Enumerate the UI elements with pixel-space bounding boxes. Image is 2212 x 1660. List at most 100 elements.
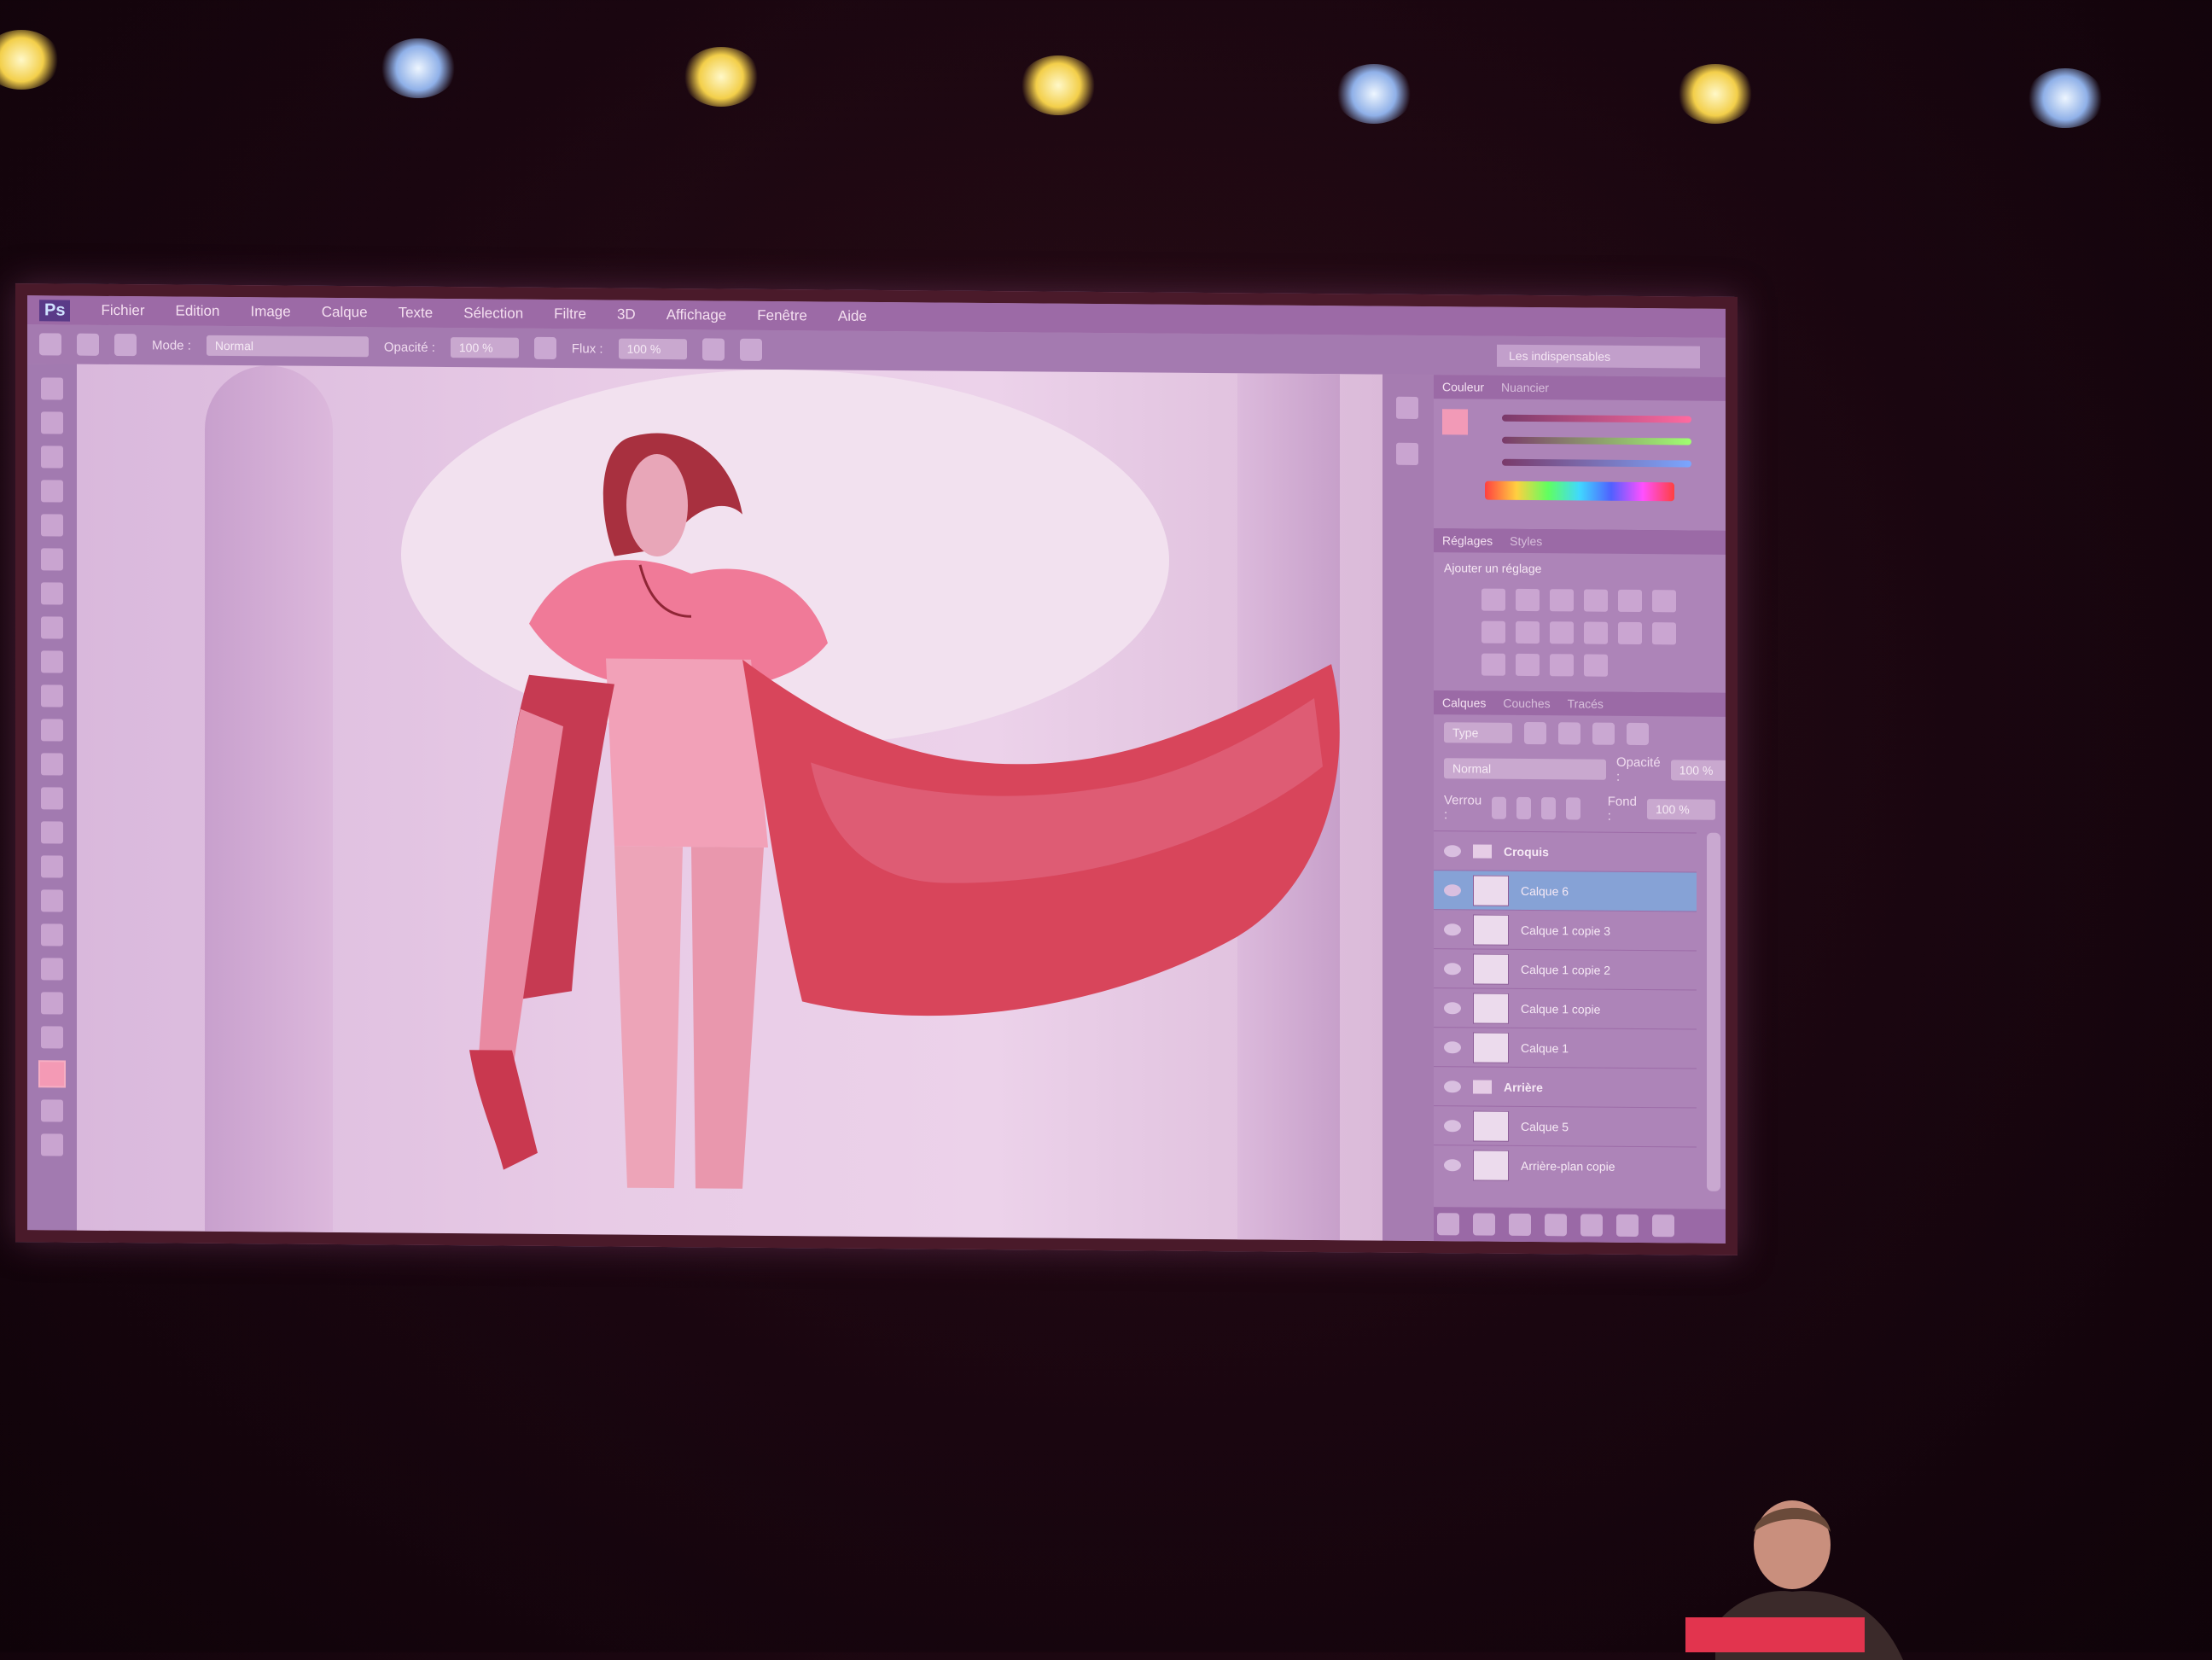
pressure-opacity-icon[interactable] bbox=[533, 336, 556, 360]
layer-row-selected[interactable]: Calque 6 bbox=[1434, 870, 1697, 912]
menu-fenetre[interactable]: Fenêtre bbox=[757, 307, 807, 324]
quick-selection-tool-icon[interactable] bbox=[41, 480, 63, 503]
crop-tool-icon[interactable] bbox=[41, 514, 63, 537]
menu-aide[interactable]: Aide bbox=[838, 308, 867, 325]
visibility-eye-icon[interactable] bbox=[1444, 1080, 1461, 1093]
menu-texte[interactable]: Texte bbox=[399, 305, 434, 322]
link-layers-icon[interactable] bbox=[1437, 1213, 1459, 1236]
hue-saturation-icon[interactable] bbox=[1652, 590, 1676, 613]
red-slider[interactable] bbox=[1502, 414, 1691, 423]
quick-mask-icon[interactable] bbox=[41, 1099, 63, 1122]
foreground-color-swatch[interactable] bbox=[38, 1060, 66, 1088]
color-balance-icon[interactable] bbox=[1481, 620, 1505, 644]
posterize-icon[interactable] bbox=[1481, 653, 1505, 676]
pen-tool-icon[interactable] bbox=[41, 855, 63, 878]
history-brush-tool-icon[interactable] bbox=[41, 684, 63, 708]
menu-calque[interactable]: Calque bbox=[322, 304, 368, 321]
brush-panel-icon[interactable] bbox=[1396, 442, 1418, 465]
history-panel-icon[interactable] bbox=[1396, 396, 1418, 419]
blend-mode-select[interactable]: Normal bbox=[1444, 758, 1606, 780]
layer-kind-filter[interactable]: Type bbox=[1444, 722, 1512, 743]
color-lookup-icon[interactable] bbox=[1618, 621, 1642, 645]
lock-transparency-icon[interactable] bbox=[1492, 796, 1507, 819]
color-swatch-fg[interactable] bbox=[1442, 409, 1468, 435]
invert-icon[interactable] bbox=[1652, 622, 1676, 645]
clone-stamp-tool-icon[interactable] bbox=[41, 650, 63, 673]
layer-opacity-field[interactable]: 100 % bbox=[1670, 760, 1738, 781]
lock-pixels-icon[interactable] bbox=[1516, 796, 1531, 820]
menu-3d[interactable]: 3D bbox=[617, 306, 636, 323]
visibility-eye-icon[interactable] bbox=[1444, 884, 1461, 897]
path-selection-tool-icon[interactable] bbox=[41, 923, 63, 946]
screen-mode-icon[interactable] bbox=[41, 1133, 63, 1156]
fill-field[interactable]: 100 % bbox=[1646, 799, 1715, 820]
tab-nuancier[interactable]: Nuancier bbox=[1501, 381, 1549, 394]
visibility-eye-icon[interactable] bbox=[1444, 923, 1461, 936]
selective-color-icon[interactable] bbox=[1584, 654, 1608, 677]
tab-couches[interactable]: Couches bbox=[1503, 696, 1550, 710]
brush-size-icon[interactable] bbox=[77, 333, 99, 356]
gradient-tool-icon[interactable] bbox=[41, 753, 63, 776]
visibility-eye-icon[interactable] bbox=[1444, 1159, 1461, 1172]
layer-style-icon[interactable] bbox=[1473, 1213, 1495, 1236]
new-group-icon[interactable] bbox=[1580, 1214, 1603, 1237]
brightness-contrast-icon[interactable] bbox=[1481, 588, 1505, 611]
brush-tool-icon[interactable] bbox=[41, 616, 63, 639]
visibility-eye-icon[interactable] bbox=[1444, 1120, 1461, 1133]
levels-icon[interactable] bbox=[1516, 588, 1540, 612]
document-canvas[interactable] bbox=[77, 364, 1382, 1241]
pressure-size-icon[interactable] bbox=[739, 338, 762, 361]
marquee-tool-icon[interactable] bbox=[41, 411, 63, 434]
filter-adjustment-icon[interactable] bbox=[1558, 722, 1580, 745]
flow-field[interactable]: 100 % bbox=[618, 338, 687, 360]
airbrush-icon[interactable] bbox=[701, 338, 725, 361]
visibility-eye-icon[interactable] bbox=[1444, 963, 1461, 976]
eyedropper-tool-icon[interactable] bbox=[41, 548, 63, 571]
layer-group-row[interactable]: Arrière bbox=[1434, 1066, 1697, 1109]
gradient-map-icon[interactable] bbox=[1550, 654, 1574, 677]
type-tool-icon[interactable] bbox=[41, 889, 63, 912]
menu-selection[interactable]: Sélection bbox=[463, 305, 523, 323]
menu-filtre[interactable]: Filtre bbox=[554, 306, 586, 323]
tab-reglages[interactable]: Réglages bbox=[1442, 533, 1493, 547]
tab-traces[interactable]: Tracés bbox=[1568, 696, 1604, 710]
lock-all-icon[interactable] bbox=[1565, 797, 1580, 820]
eraser-tool-icon[interactable] bbox=[41, 719, 63, 742]
curves-icon[interactable] bbox=[1550, 589, 1574, 612]
zoom-tool-icon[interactable] bbox=[41, 1026, 63, 1049]
brush-panel-toggle-icon[interactable] bbox=[114, 333, 137, 357]
menu-image[interactable]: Image bbox=[250, 303, 290, 320]
layer-row[interactable]: Calque 1 copie 3 bbox=[1434, 909, 1697, 952]
tab-couleur[interactable]: Couleur bbox=[1442, 380, 1484, 393]
opacity-field[interactable]: 100 % bbox=[450, 337, 519, 358]
tab-styles[interactable]: Styles bbox=[1510, 534, 1542, 548]
photo-filter-icon[interactable] bbox=[1550, 621, 1574, 644]
layer-row[interactable]: Arrière-plan copie bbox=[1434, 1145, 1697, 1187]
mode-select[interactable]: Normal bbox=[206, 335, 369, 358]
menu-affichage[interactable]: Affichage bbox=[667, 306, 727, 324]
visibility-eye-icon[interactable] bbox=[1444, 1002, 1461, 1015]
blur-tool-icon[interactable] bbox=[41, 787, 63, 810]
shape-tool-icon[interactable] bbox=[41, 958, 63, 981]
layers-scrollbar[interactable] bbox=[1707, 832, 1720, 1191]
filter-type-icon[interactable] bbox=[1592, 722, 1615, 745]
workspace-select[interactable]: Les indispensables bbox=[1497, 344, 1700, 369]
tab-calques[interactable]: Calques bbox=[1442, 696, 1486, 709]
visibility-eye-icon[interactable] bbox=[1444, 1041, 1461, 1054]
new-adjustment-icon[interactable] bbox=[1545, 1214, 1567, 1237]
add-mask-icon[interactable] bbox=[1509, 1213, 1531, 1237]
lasso-tool-icon[interactable] bbox=[41, 446, 63, 469]
layer-row[interactable]: Calque 5 bbox=[1434, 1105, 1697, 1148]
hand-tool-icon[interactable] bbox=[41, 992, 63, 1015]
channel-mixer-icon[interactable] bbox=[1584, 621, 1608, 644]
visibility-eye-icon[interactable] bbox=[1444, 845, 1461, 858]
menu-edition[interactable]: Edition bbox=[175, 303, 219, 320]
exposure-icon[interactable] bbox=[1584, 589, 1608, 612]
threshold-icon[interactable] bbox=[1516, 653, 1540, 677]
vibrance-icon[interactable] bbox=[1618, 589, 1642, 613]
black-white-icon[interactable] bbox=[1516, 620, 1540, 644]
filter-shape-icon[interactable] bbox=[1627, 722, 1649, 746]
healing-brush-tool-icon[interactable] bbox=[41, 582, 63, 605]
move-tool-icon[interactable] bbox=[41, 377, 63, 400]
layer-row[interactable]: Calque 1 copie 2 bbox=[1434, 948, 1697, 991]
